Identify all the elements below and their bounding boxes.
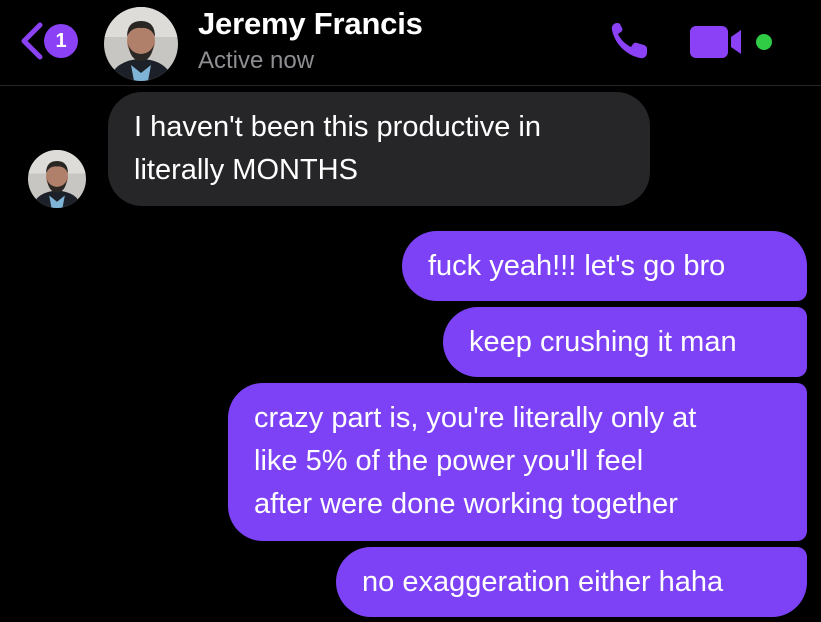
unread-badge: 1 [44, 24, 78, 58]
sender-avatar[interactable] [28, 150, 86, 208]
message-line: I haven't been this productive in [134, 111, 541, 143]
chat-header: 1 Jeremy Francis Active now [0, 0, 821, 86]
message-bubble-outgoing[interactable]: fuck yeah!!! let's go bro [402, 231, 807, 301]
phone-icon [611, 23, 647, 59]
active-status: Active now [198, 47, 315, 74]
message-line: after were done working together [254, 488, 678, 520]
contact-name[interactable]: Jeremy Francis [198, 6, 423, 42]
message-line: crazy part is, you're literally only at [254, 402, 697, 434]
profile-photo [104, 7, 178, 81]
profile-photo [28, 150, 86, 208]
message-line: fuck yeah!!! let's go bro [428, 250, 726, 282]
message-line: literally MONTHS [134, 154, 358, 186]
chat-screen: 1 Jeremy Francis Active now I haven't be… [0, 0, 821, 622]
message-line: no exaggeration either haha [362, 566, 724, 598]
message-bubble-outgoing[interactable]: crazy part is, you're literally only at … [228, 383, 807, 541]
chevron-left-icon [21, 22, 43, 60]
avatar[interactable] [104, 7, 178, 81]
video-camera-icon [690, 26, 741, 58]
online-indicator [756, 34, 772, 50]
message-line: keep crushing it man [469, 326, 737, 358]
message-bubble-outgoing[interactable]: no exaggeration either haha [336, 547, 807, 617]
message-bubble-outgoing[interactable]: keep crushing it man [443, 307, 807, 377]
message-line: like 5% of the power you'll feel [254, 445, 644, 477]
message-bubble-incoming[interactable]: I haven't been this productive in litera… [108, 92, 650, 206]
video-call-button[interactable] [688, 22, 750, 62]
audio-call-button[interactable] [606, 18, 656, 64]
